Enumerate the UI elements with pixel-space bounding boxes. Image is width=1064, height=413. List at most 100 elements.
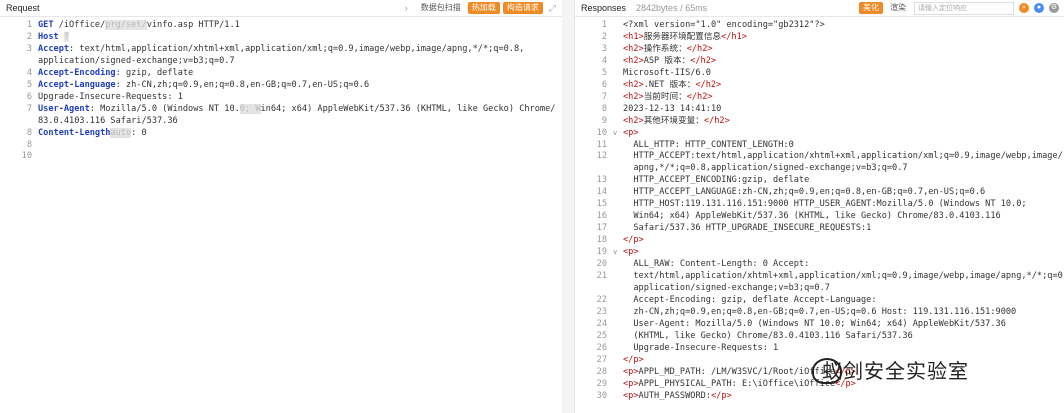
code-line: 12 HTTP_ACCEPT:text/html,application/xht…: [575, 151, 1064, 163]
code-line: 8 2023-12-13 14:41:10: [575, 104, 1064, 116]
line-content: zh-CN,zh;q=0.9,en;q=0.8,en-GB;q=0.7,en-U…: [623, 307, 1064, 319]
packet-scan-button[interactable]: 数据包扫描: [417, 2, 465, 14]
line-content: User-Agent: Mozilla/5.0 (Windows NT 10.0…: [38, 103, 562, 116]
fold-toggle-icon[interactable]: [613, 140, 623, 152]
line-content: [38, 140, 562, 152]
line-content: Microsoft-IIS/6.0: [623, 68, 1064, 80]
line-content: HTTP_ACCEPT:text/html,application/xhtml+…: [623, 151, 1064, 163]
code-token: Accept: [38, 43, 70, 54]
fold-toggle-icon[interactable]: [613, 283, 623, 295]
fold-toggle-icon[interactable]: [613, 20, 623, 32]
line-content: Accept-Encoding: gzip, deflate Accept-La…: [623, 295, 1064, 307]
fold-toggle-icon[interactable]: [613, 211, 623, 223]
fold-toggle-icon[interactable]: [613, 391, 623, 403]
request-editor[interactable]: 1 GET /iOffice/prg/set/vinfo.asp HTTP/1.1…: [0, 17, 562, 163]
fold-toggle-icon[interactable]: [613, 235, 623, 247]
render-button[interactable]: 渲染: [886, 2, 910, 14]
fold-toggle-icon[interactable]: [613, 355, 623, 367]
line-content: <h2>当前时间：</h2>: [623, 92, 1064, 104]
code-token: Microsoft-IIS/6.0: [623, 67, 711, 78]
fold-toggle-icon[interactable]: [613, 68, 623, 80]
line-number: 19: [596, 247, 607, 258]
hotload-button[interactable]: 热加载: [467, 2, 500, 14]
code-line: 22 Accept-Encoding: gzip, deflate Accept…: [575, 295, 1064, 307]
fold-toggle-icon[interactable]: [613, 116, 623, 128]
line-content: Host ?: [38, 31, 562, 44]
code-token: in64; x64) AppleWebKit/537.36 (KHTML, li…: [260, 103, 556, 114]
beautify-button[interactable]: 美化: [859, 2, 883, 14]
fold-toggle-icon[interactable]: [613, 104, 623, 116]
code-token: : zh-CN,zh;q=0.9,en;q=0.8,en-GB;q=0.7,en…: [115, 79, 370, 90]
fold-toggle-icon[interactable]: v: [613, 128, 623, 140]
code-line: 1 GET /iOffice/prg/set/vinfo.asp HTTP/1.1: [0, 20, 562, 32]
line-number: 17: [596, 223, 607, 234]
code-line: 3 Accept: text/html,application/xhtml+xml…: [0, 44, 562, 56]
fold-toggle-icon[interactable]: [613, 92, 623, 104]
line-number: 3: [601, 43, 607, 54]
build-request-button[interactable]: 构造请求: [502, 2, 543, 14]
line-number: 4: [26, 67, 32, 78]
fold-toggle-icon[interactable]: [613, 44, 623, 56]
code-token: : gzip, deflate: [115, 67, 194, 78]
line-number: 10: [596, 127, 607, 138]
fold-toggle-icon[interactable]: [613, 343, 623, 355]
fold-toggle-icon[interactable]: [613, 223, 623, 235]
line-content: <h1>服务器环境配置信息</h1>: [623, 32, 1064, 44]
fold-toggle-icon[interactable]: v: [613, 247, 623, 259]
fold-toggle-icon[interactable]: [613, 367, 623, 379]
line-content: <h2>.NET 版本：</h2>: [623, 80, 1064, 92]
fold-toggle-icon[interactable]: [613, 295, 623, 307]
line-number: 25: [596, 330, 607, 341]
fold-toggle-icon[interactable]: [613, 319, 623, 331]
line-content: Upgrade-Insecure-Requests: 1: [38, 92, 562, 104]
settings-icon[interactable]: ⚙: [1049, 3, 1059, 13]
code-line: 20 ALL_RAW: Content-Length: 0 Accept:: [575, 259, 1064, 271]
code-token: <h2>: [623, 115, 644, 126]
code-line: 2 <h1>服务器环境配置信息</h1>: [575, 32, 1064, 44]
search-icon[interactable]: ⌕: [1019, 3, 1029, 13]
pane-divider[interactable]: [562, 0, 574, 413]
code-token: HTTP_ACCEPT:text/html,application/xhtml+…: [623, 151, 1063, 162]
fold-toggle-icon[interactable]: [613, 271, 623, 283]
expand-icon[interactable]: ⤢: [549, 3, 556, 14]
code-token: HTTP_HOST:119.131.116.151:9000 HTTP_USER…: [623, 199, 1027, 210]
line-content: <p>: [623, 247, 1064, 259]
code-icon[interactable]: ›: [405, 3, 408, 13]
code-token: <p>: [623, 247, 639, 258]
response-search-input[interactable]: 请输入定位响应: [914, 1, 1014, 15]
code-token: </p>: [710, 390, 732, 401]
line-number: 16: [596, 211, 607, 222]
line-number: 23: [596, 306, 607, 317]
code-line: 7 User-Agent: Mozilla/5.0 (Windows NT 10.…: [0, 103, 562, 116]
code-line: 18 </p>: [575, 235, 1064, 247]
fold-toggle-icon[interactable]: [613, 187, 623, 199]
fold-toggle-icon[interactable]: [613, 80, 623, 92]
code-token: User-Agent: [38, 103, 90, 114]
chrome-icon[interactable]: ●: [1034, 3, 1044, 13]
line-content: Safari/537.36 HTTP_UPGRADE_INSECURE_REQU…: [623, 223, 1064, 235]
line-number: 13: [596, 175, 607, 186]
fold-toggle-icon[interactable]: [613, 56, 623, 68]
line-content: application/signed-exchange;v=b3;q=0.7: [38, 56, 562, 68]
line-number: 27: [596, 354, 607, 365]
line-number: 4: [601, 55, 607, 66]
code-token: ASP 版本：: [643, 55, 691, 66]
fold-toggle-icon[interactable]: [613, 259, 623, 271]
fold-toggle-icon[interactable]: [613, 32, 623, 44]
code-token: AUTH_PASSWORD:: [638, 390, 711, 401]
fold-toggle-icon[interactable]: [613, 175, 623, 187]
fold-toggle-icon[interactable]: [613, 331, 623, 343]
line-content: <h2>ASP 版本：</h2>: [623, 56, 1064, 68]
fold-toggle-icon[interactable]: [613, 163, 623, 175]
fold-toggle-icon[interactable]: [613, 151, 623, 163]
code-line: 3 <h2>操作系统：</h2>: [575, 44, 1064, 56]
fold-toggle-icon[interactable]: [613, 307, 623, 319]
watermark-text: 蚁剑安全实验室: [822, 359, 969, 383]
fold-toggle-icon[interactable]: [613, 199, 623, 211]
fold-toggle-icon[interactable]: [613, 379, 623, 391]
code-line: 5 Accept-Language: zh-CN,zh;q=0.9,en;q=0.…: [0, 80, 562, 92]
code-token: </p>: [623, 235, 644, 246]
response-header: Responses 2842bytes / 65ms 美化 渲染 请输入定位响应…: [575, 0, 1064, 17]
code-token: </h2>: [686, 43, 713, 54]
line-number: [0, 116, 38, 128]
